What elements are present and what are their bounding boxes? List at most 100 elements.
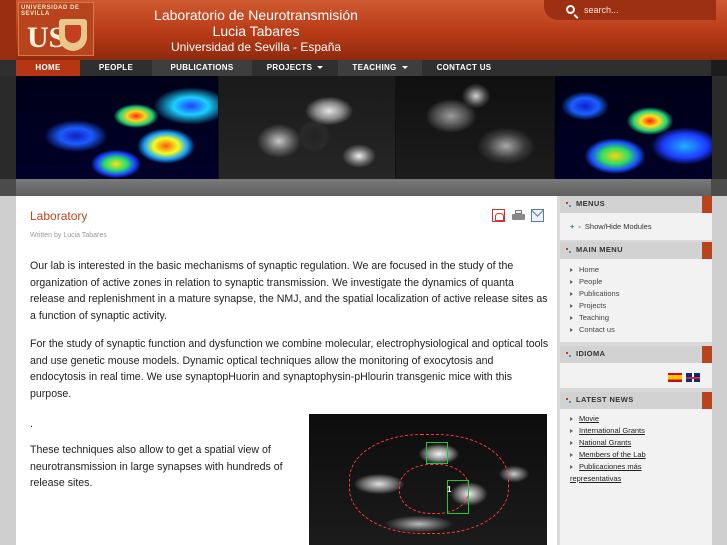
article-paragraph: Our lab is interested in the basic mecha… (30, 260, 548, 322)
arrow-right-icon (570, 465, 573, 470)
main-nav: HOME PEOPLE PUBLICATIONS PROJECTS TEACHI… (0, 60, 727, 76)
arrow-right-icon (570, 304, 573, 309)
module-title: MENUS (576, 199, 606, 208)
article-byline: Written by Lucia Tabares (30, 232, 107, 239)
news-item-label: National Grants (579, 438, 632, 447)
menu-item-label: Teaching (579, 313, 610, 322)
banner-image-heatmap-right (555, 76, 712, 179)
header-banner (0, 76, 727, 179)
strip-edge-left (0, 179, 16, 196)
module-header: MAIN MENU (560, 242, 712, 259)
banner-edge-right (712, 76, 727, 179)
site-title-line1: Laboratorio de Neurotransmisión (154, 7, 358, 23)
module-menus: MENUS + - Show/Hide Modules (560, 196, 712, 240)
news-item-national-grants[interactable]: National Grants (570, 437, 631, 449)
module-bullet-icon (566, 202, 571, 207)
spanish-flag-icon[interactable] (668, 373, 682, 382)
search-input[interactable] (584, 3, 704, 17)
chevron-down-icon (317, 66, 324, 70)
search-box (544, 0, 716, 20)
nav-publications[interactable]: PUBLICATIONS (152, 60, 252, 76)
email-icon[interactable] (531, 209, 544, 222)
article-paragraph: These techniques also allow to get a spa… (30, 444, 283, 489)
roi-box (426, 442, 448, 464)
minus-icon: - (578, 222, 581, 231)
gutter-right (712, 196, 727, 545)
roi-label: 1 (447, 485, 452, 494)
nav-label: CONTACT US (436, 63, 492, 72)
nav-label: PROJECTS (266, 63, 313, 72)
arrow-right-icon (570, 429, 573, 434)
nav-projects[interactable]: PROJECTS (252, 60, 338, 76)
pdf-icon[interactable] (492, 209, 505, 222)
news-item-label: Members of the Lab (579, 450, 646, 459)
news-item-label: Movie (579, 414, 600, 423)
banner-image-heatmap-left (16, 76, 218, 179)
nav-teaching[interactable]: TEACHING (338, 60, 422, 76)
banner-image-grayscale-2 (396, 76, 554, 179)
arrow-right-icon (570, 280, 573, 285)
strip-edge-right (711, 179, 727, 196)
english-flag-icon[interactable] (686, 373, 700, 382)
search-icon[interactable] (566, 5, 575, 14)
arrow-right-icon (570, 268, 573, 273)
news-item-movie[interactable]: Movie (570, 413, 599, 425)
news-item-label: Publicaciones más representativas (570, 462, 642, 483)
menu-item-contact-us[interactable]: Contact us (570, 325, 615, 334)
arrow-right-icon (570, 328, 573, 333)
university-logo[interactable]: UNIVERSIDAD DE SEVILLA US (18, 2, 94, 56)
print-icon[interactable] (512, 209, 525, 222)
menu-item-label: Contact us (579, 325, 615, 334)
show-hide-modules[interactable]: + - Show/Hide Modules (570, 222, 652, 231)
menu-item-people[interactable]: People (570, 277, 602, 286)
news-item-label: International Grants (579, 426, 645, 435)
synapse-microscopy-image: 1 (309, 414, 547, 545)
chevron-down-icon (401, 66, 408, 70)
show-hide-label: Show/Hide Modules (584, 222, 652, 231)
menu-item-home[interactable]: Home (570, 265, 599, 274)
article: Laboratory Written by Lucia Tabares Our … (16, 196, 557, 545)
module-bullet-icon (566, 398, 571, 403)
news-item-international-grants[interactable]: International Grants (570, 425, 645, 437)
article-title[interactable]: Laboratory (30, 209, 87, 223)
module-header: IDIOMA (560, 346, 712, 363)
module-tab (702, 242, 712, 259)
news-item-publicaciones[interactable]: Publicaciones más representativas (570, 461, 680, 484)
nav-edge (711, 60, 727, 76)
module-latest-news: LATEST NEWS Movie International Grants N… (560, 392, 712, 545)
menu-item-teaching[interactable]: Teaching (570, 313, 609, 322)
module-tab (702, 346, 712, 363)
plus-icon: + (570, 222, 575, 231)
site-header: UNIVERSIDAD DE SEVILLA US Laboratorio de… (0, 0, 727, 60)
module-idioma: IDIOMA (560, 346, 712, 388)
menu-item-label: People (579, 277, 603, 286)
banner-image-grayscale-1 (219, 76, 395, 179)
menu-item-projects[interactable]: Projects (570, 301, 606, 310)
news-item-members[interactable]: Members of the Lab (570, 449, 646, 461)
arrow-right-icon (570, 316, 573, 321)
menu-item-label: Projects (579, 301, 607, 310)
article-paragraph: For the study of synaptic function and d… (30, 338, 549, 400)
divider-strip (0, 179, 727, 196)
module-header: MENUS (560, 196, 712, 213)
nav-people[interactable]: PEOPLE (80, 60, 152, 76)
shield-icon (59, 19, 87, 51)
site-title-line3: Universidad de Sevilla - España (170, 40, 342, 54)
sidebar: MENUS + - Show/Hide Modules MAIN MENU Home… (560, 196, 712, 545)
article-tools (492, 209, 548, 223)
module-bullet-icon (566, 352, 571, 357)
nav-label: HOME (35, 63, 61, 72)
site-title-line2: Lucia Tabares (212, 23, 300, 39)
module-title: IDIOMA (576, 349, 606, 358)
arrow-right-icon (570, 453, 573, 458)
logo-text: UNIVERSIDAD DE SEVILLA (21, 5, 80, 17)
menu-item-label: Publications (579, 289, 620, 298)
nav-home[interactable]: HOME (16, 60, 80, 76)
banner-edge-left (0, 76, 16, 179)
nav-label: TEACHING (352, 63, 397, 72)
nav-contact-us[interactable]: CONTACT US (422, 60, 506, 76)
site-title: Laboratorio de Neurotransmisión Lucia Ta… (146, 7, 366, 55)
nav-label: PEOPLE (98, 63, 134, 72)
menu-item-publications[interactable]: Publications (570, 289, 619, 298)
arrow-right-icon (570, 417, 573, 422)
